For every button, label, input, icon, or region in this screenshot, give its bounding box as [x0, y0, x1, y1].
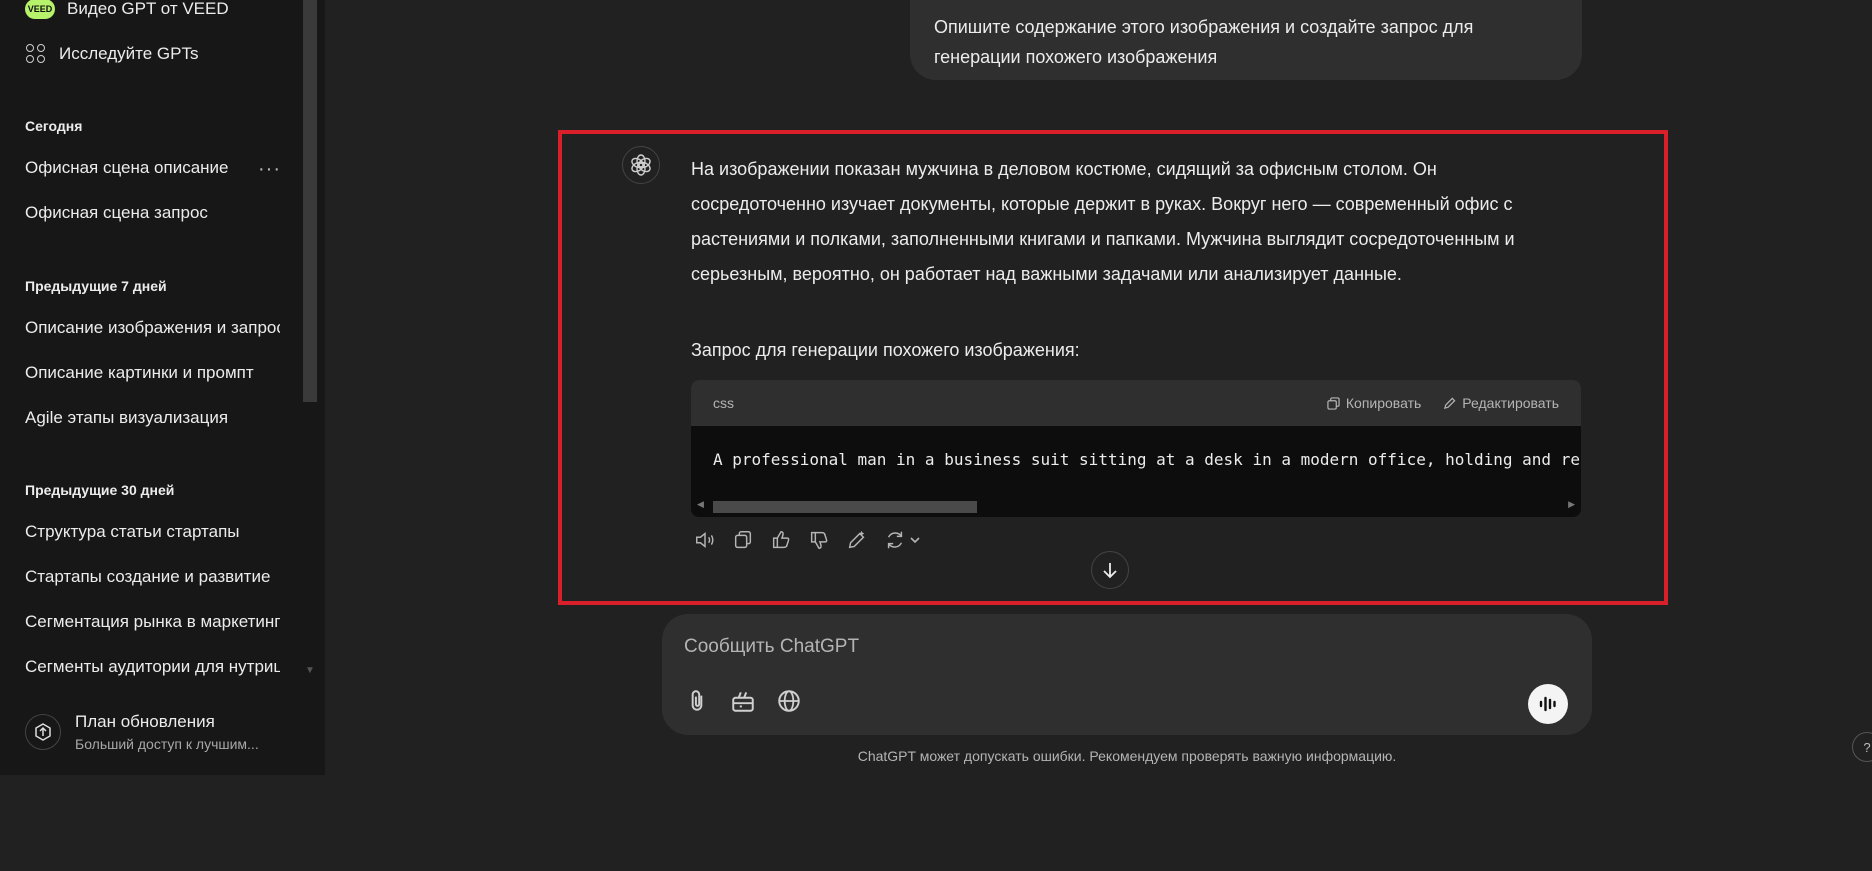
chevron-down-icon — [910, 537, 920, 544]
paperclip-icon[interactable] — [684, 688, 710, 714]
upgrade-title: План обновления — [75, 712, 215, 731]
copy-code-button[interactable]: Копировать — [1327, 395, 1421, 411]
copy-label: Копировать — [1345, 395, 1422, 411]
history-section-title: Сегодня — [25, 118, 83, 134]
regenerate-button[interactable] — [884, 529, 922, 551]
code-horizontal-scrollbar[interactable]: ◀ ▶ — [691, 499, 1581, 513]
copy-icon — [1327, 396, 1340, 410]
refresh-icon — [887, 531, 903, 549]
history-item[interactable]: Описание изображения и запрос — [25, 318, 280, 338]
history-item[interactable]: Сегменты аудитории для нутрициологов — [25, 657, 280, 677]
history-item[interactable]: Структура статьи стартапы — [25, 522, 280, 542]
veed-logo-icon: VEED — [25, 0, 55, 19]
history-item[interactable]: Стартапы создание и развитие — [25, 567, 280, 587]
sidebar-item-explore-gpts[interactable]: Исследуйте GPTs — [25, 38, 198, 70]
assistant-message: На изображении показан мужчина в деловом… — [691, 159, 1515, 284]
waveform-icon — [1539, 696, 1556, 712]
edit-label: Редактировать — [1462, 395, 1559, 411]
disclaimer: ChatGPT может допускать ошибки. Рекоменд… — [857, 748, 1397, 764]
edit-in-canvas-icon[interactable] — [846, 529, 868, 551]
scroll-left-arrow-icon[interactable]: ◀ — [697, 499, 704, 510]
scroll-to-bottom-button[interactable] — [1091, 551, 1129, 589]
help-button[interactable]: ? — [1852, 732, 1872, 762]
history-section-title: Предыдущие 30 дней — [25, 482, 175, 498]
history-item[interactable]: Офисная сцена описание — [25, 158, 280, 178]
sidebar-item-label: Исследуйте GPTs — [59, 44, 199, 63]
code-block: css Копировать Редактировать A professio… — [691, 380, 1581, 517]
code-language: css — [713, 395, 734, 411]
composer — [662, 614, 1592, 735]
chatgpt-logo-icon — [622, 146, 660, 184]
message-actions — [694, 529, 922, 551]
scroll-right-arrow-icon[interactable]: ▶ — [1568, 499, 1575, 510]
pencil-icon — [1444, 397, 1456, 409]
read-aloud-icon[interactable] — [694, 529, 716, 551]
upgrade-plan-button[interactable]: План обновления Больший доступ к лучшим.… — [25, 712, 259, 752]
sidebar-scrollbar-thumb[interactable] — [303, 0, 317, 402]
prompt-label: Запрос для генерации похожего изображени… — [691, 340, 1080, 360]
history-section-title: Предыдущие 7 дней — [25, 278, 167, 294]
history-item[interactable]: Офисная сцена запрос — [25, 203, 280, 223]
code-content: A professional man in a business suit si… — [713, 450, 1580, 469]
globe-icon[interactable] — [776, 688, 802, 714]
copy-icon[interactable] — [732, 529, 754, 551]
arrow-down-icon — [1103, 563, 1117, 579]
grid-icon — [25, 43, 47, 65]
history-item[interactable]: Agile этапы визуализация — [25, 408, 280, 428]
sidebar-item-veed-gpt[interactable]: VEED Видео GPT от VEED — [25, 0, 229, 25]
user-message: Опишите содержание этого изображения и с… — [910, 0, 1582, 80]
edit-code-button[interactable]: Редактировать — [1443, 395, 1559, 411]
more-options-icon[interactable]: ··· — [258, 158, 281, 181]
code-header: css Копировать Редактировать — [691, 380, 1581, 426]
sidebar-item-label: Видео GPT от VEED — [67, 0, 229, 18]
thumbs-up-icon[interactable] — [770, 529, 792, 551]
message-input[interactable] — [684, 636, 1384, 658]
history-item[interactable]: Сегментация рынка в маркетинге — [25, 612, 280, 632]
thumbs-down-icon[interactable] — [808, 529, 830, 551]
history-item[interactable]: Описание картинки и промпт — [25, 363, 280, 383]
upgrade-subtitle: Больший доступ к лучшим... — [75, 736, 259, 752]
tools-icon[interactable] — [730, 688, 756, 714]
code-scrollbar-thumb[interactable] — [713, 501, 977, 513]
upgrade-icon — [25, 714, 61, 750]
voice-mode-button[interactable] — [1528, 684, 1568, 724]
scroll-down-arrow-icon[interactable]: ▼ — [303, 664, 317, 678]
sidebar: VEED Видео GPT от VEED Исследуйте GPTs С… — [0, 0, 325, 775]
